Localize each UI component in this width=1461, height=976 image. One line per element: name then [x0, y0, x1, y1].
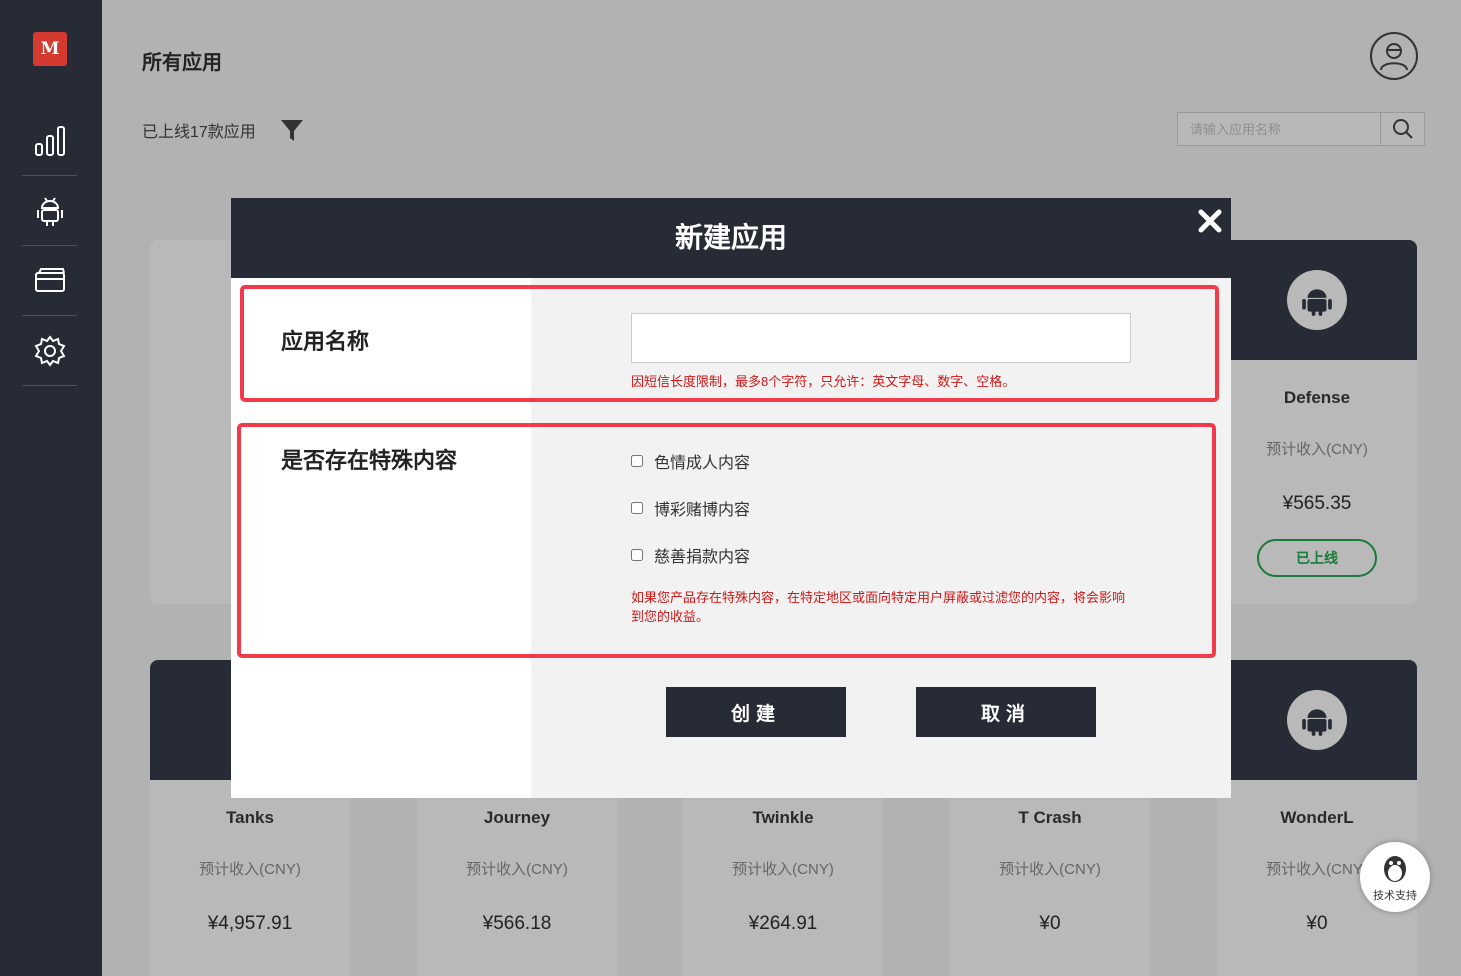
android-badge — [1287, 270, 1347, 330]
cancel-button[interactable]: 取消 — [916, 687, 1096, 737]
revenue-label: 预计收入(CNY) — [466, 861, 568, 878]
nav-analytics[interactable] — [22, 106, 77, 176]
search-input[interactable] — [1178, 113, 1380, 145]
user-icon — [1380, 43, 1408, 71]
sidebar: M — [0, 0, 102, 976]
new-app-modal: 新建应用 应用名称 因短信长度限制，最多8个字符，只允许：英文字母、数字、空格。… — [231, 198, 1231, 798]
nav-settings[interactable] — [22, 316, 77, 386]
revenue-value: ¥4,957.91 — [207, 913, 293, 934]
card-header — [1217, 240, 1417, 360]
revenue-value: ¥0 — [1039, 913, 1061, 934]
tech-support-label: 技术支持 — [1373, 890, 1417, 902]
create-button[interactable]: 创建 — [666, 687, 846, 737]
highlight-name-section — [240, 285, 1219, 402]
revenue-label: 预计收入(CNY) — [732, 861, 834, 878]
app-name: Twinkle — [752, 808, 814, 827]
app-name: Defense — [1283, 388, 1351, 407]
nav-payment[interactable] — [22, 246, 77, 316]
revenue-value: ¥565.35 — [1282, 493, 1352, 514]
revenue-value: ¥566.18 — [482, 913, 552, 934]
app-name: WonderL — [1280, 808, 1354, 827]
qq-penguin-icon — [1384, 856, 1406, 882]
page-title: 所有应用 — [142, 52, 222, 74]
logo[interactable]: M — [33, 32, 67, 66]
status-button[interactable]: 已上线 — [1257, 539, 1377, 577]
revenue-label: 预计收入(CNY) — [1266, 441, 1368, 458]
filter-icon[interactable] — [280, 118, 304, 142]
nav-android[interactable] — [22, 176, 77, 246]
app-name: Journey — [483, 808, 551, 827]
app-name: Tanks — [226, 808, 274, 827]
modal-title: 新建应用 — [231, 198, 1231, 278]
credit-card-icon — [34, 267, 65, 292]
highlight-special-section — [237, 423, 1216, 658]
search-icon — [1392, 119, 1413, 139]
search-box — [1177, 112, 1425, 146]
revenue-label: 预计收入(CNY) — [199, 861, 301, 878]
close-icon[interactable] — [1197, 208, 1223, 234]
android-icon — [1302, 709, 1332, 736]
app-name: T Crash — [1018, 808, 1082, 827]
tech-support-button[interactable]: 技术支持 — [1360, 842, 1430, 912]
user-avatar[interactable] — [1370, 32, 1418, 80]
android-badge — [1287, 690, 1347, 750]
app-card[interactable]: Defense 预计收入(CNY) ¥565.35 已上线 — [1217, 240, 1417, 604]
bar-chart-icon — [34, 125, 65, 156]
gear-icon — [34, 334, 65, 367]
app-card[interactable]: WonderL 预计收入(CNY) ¥0 — [1217, 660, 1417, 976]
revenue-label: 预计收入(CNY) — [999, 861, 1101, 878]
search-button[interactable] — [1380, 113, 1424, 145]
revenue-value: ¥264.91 — [748, 913, 818, 934]
card-header — [1217, 660, 1417, 780]
android-icon — [36, 196, 63, 226]
android-icon — [1302, 289, 1332, 316]
revenue-value: ¥0 — [1306, 913, 1328, 934]
online-count: 已上线17款应用 — [142, 124, 256, 141]
